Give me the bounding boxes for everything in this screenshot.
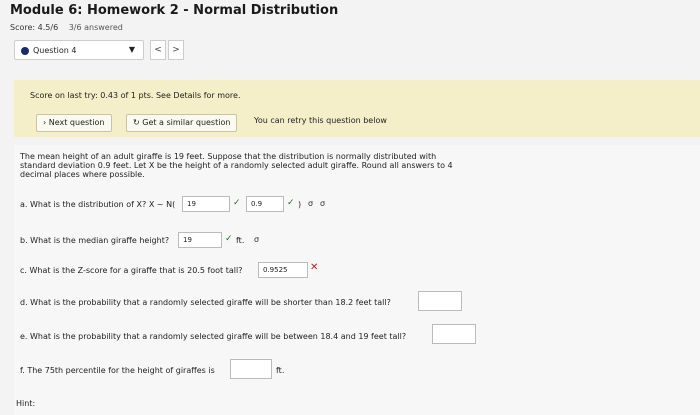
page-title: Module 6: Homework 2 - Normal Distributi… (10, 3, 339, 18)
last-try-score-text: Score on last try: 0.43 of 1 pts. See De… (30, 91, 241, 100)
sigma-icon[interactable]: σ (308, 199, 313, 208)
next-question-nav-button[interactable]: > (168, 40, 184, 60)
part-a-close-paren: ) (298, 200, 302, 209)
check-icon: ✓ (225, 234, 233, 244)
previous-question-button[interactable]: < (150, 40, 166, 60)
score-line: Score: 4.5/6 3/6 answered (10, 23, 123, 32)
part-a-mean-input[interactable]: 19 (182, 196, 230, 212)
part-f-prompt: f. The 75th percentile for the height of… (20, 366, 215, 375)
chevron-left-icon: < (154, 45, 162, 55)
header: Module 6: Homework 2 - Normal Distributi… (0, 0, 700, 68)
answered-count: 3/6 answered (68, 23, 123, 32)
part-b-prompt: b. What is the median giraffe height? (20, 236, 170, 245)
score-banner: Score on last try: 0.43 of 1 pts. See De… (14, 80, 700, 137)
chevron-down-icon: ▼ (128, 45, 135, 54)
question-select-value: Question 4 (33, 46, 77, 55)
part-d-input[interactable] (418, 291, 462, 311)
sigma-icon[interactable]: σ (254, 235, 259, 244)
check-icon: ✓ (287, 198, 295, 208)
similar-question-button[interactable]: ↻ Get a similar question (126, 114, 238, 132)
part-f-unit: ft. (276, 366, 285, 375)
refresh-icon: ↻ (133, 118, 140, 127)
arrow-right-icon: › (43, 118, 47, 127)
retry-message: You can retry this question below (254, 116, 387, 125)
chevron-right-icon: > (172, 45, 180, 55)
check-icon: ✓ (233, 198, 241, 208)
part-d-prompt: d. What is the probability that a random… (20, 298, 391, 307)
next-question-button[interactable]: › Next question (36, 114, 112, 132)
similar-question-label: Get a similar question (142, 118, 231, 127)
next-question-label: Next question (48, 118, 105, 127)
part-b-input[interactable]: 19 (178, 232, 222, 248)
part-c-input[interactable]: 0.9525 (258, 262, 308, 278)
incorrect-x-icon: ✕ (310, 262, 319, 273)
sigma-icon[interactable]: σ (320, 199, 325, 208)
problem-text-line-2: standard deviation 0.9 feet. Let X be th… (20, 161, 453, 170)
problem-text-line-3: decimal places where possible. (20, 170, 145, 179)
hint-label[interactable]: Hint: (16, 399, 35, 408)
problem-text-line-1: The mean height of an adult giraffe is 1… (20, 152, 437, 161)
question-select[interactable]: Question 4 ▼ (14, 40, 144, 60)
score-label: Score: 4.5/6 (10, 23, 59, 32)
question-content: The mean height of an adult giraffe is 1… (14, 145, 700, 415)
part-a-prompt: a. What is the distribution of X? X ~ N( (20, 200, 176, 209)
part-f-input[interactable] (230, 359, 272, 379)
part-b-unit: ft. (236, 236, 245, 245)
part-a-sd-input[interactable]: 0.9 (246, 196, 284, 212)
part-e-input[interactable] (432, 324, 476, 344)
question-status-dot-icon (21, 47, 29, 55)
part-c-prompt: c. What is the Z-score for a giraffe tha… (20, 266, 243, 275)
part-e-prompt: e. What is the probability that a random… (20, 332, 407, 341)
